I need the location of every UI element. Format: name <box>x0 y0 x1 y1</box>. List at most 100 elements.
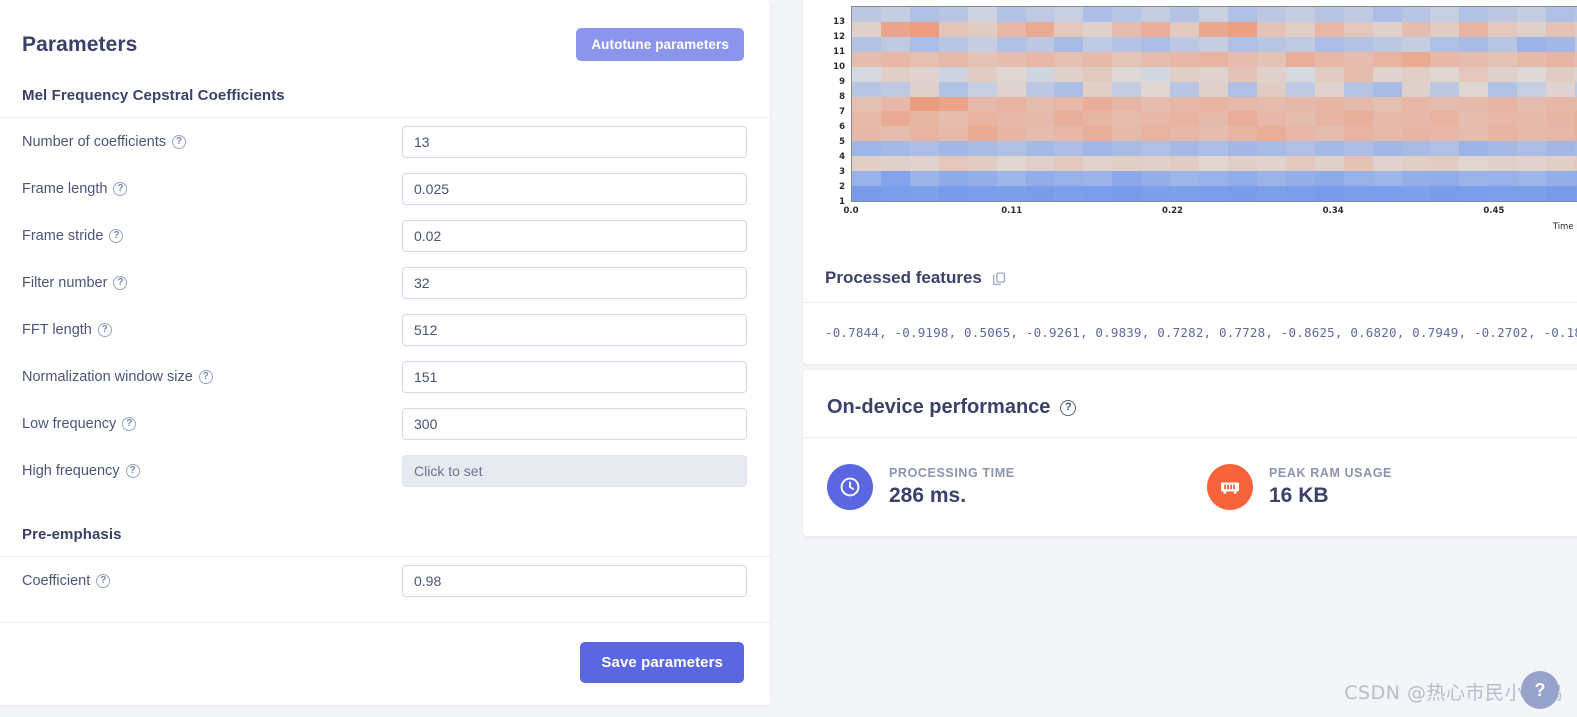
low-frequency-input[interactable] <box>402 407 747 440</box>
heatmap-cell <box>1517 156 1547 172</box>
metric-text: PROCESSING TIME 286 ms. <box>889 466 1015 508</box>
heatmap-cell <box>1054 141 1084 157</box>
heatmap-cell <box>1546 21 1576 37</box>
heatmap-cell <box>1343 7 1373 22</box>
heatmap-cell <box>1083 51 1113 67</box>
heatmap-cell <box>1401 171 1431 187</box>
frame-length-input[interactable] <box>402 172 747 205</box>
heatmap-cell <box>909 36 939 52</box>
heatmap-cell <box>1054 96 1084 112</box>
number-of-coefficients-input[interactable] <box>402 125 747 158</box>
filter-number-input[interactable] <box>402 266 747 299</box>
help-icon[interactable]: ? <box>1060 399 1077 416</box>
help-icon[interactable]: ? <box>97 322 112 337</box>
heatmap-cell <box>938 66 968 82</box>
metric-value: 286 ms. <box>889 484 967 507</box>
heatmap-cell <box>1488 36 1518 52</box>
save-parameters-button[interactable]: Save parameters <box>580 642 744 683</box>
help-icon[interactable]: ? <box>172 134 186 149</box>
heatmap-cell <box>1459 36 1489 52</box>
heatmap-cell <box>880 7 910 22</box>
heatmap-cell <box>1314 141 1344 157</box>
copy-icon[interactable] <box>992 271 1007 286</box>
field-label: FFT length ? <box>22 322 402 338</box>
heatmap-cell <box>1256 126 1286 142</box>
heatmap-cell <box>1227 171 1257 187</box>
heatmap-cell <box>1170 81 1200 97</box>
heatmap-cell <box>1199 171 1228 187</box>
heatmap-cell <box>1517 126 1547 142</box>
heatmap-cell <box>1459 111 1489 127</box>
heatmap-cell <box>1343 36 1373 52</box>
heatmap-cell <box>1459 126 1489 142</box>
field-label-text: Frame stride <box>22 227 104 244</box>
heatmap-cell <box>1343 81 1373 97</box>
heatmap-cell <box>1401 96 1431 112</box>
field-label: Coefficient ? <box>22 573 402 589</box>
field-label: Filter number ? <box>22 275 402 291</box>
heatmap-cell <box>1285 186 1315 201</box>
heatmap-cell <box>1083 81 1113 97</box>
heatmap-row <box>852 171 1577 187</box>
heatmap-cell <box>1256 186 1286 201</box>
heatmap-cell <box>1112 156 1142 172</box>
field-label: High frequency ? <box>22 463 402 479</box>
heatmap-cell <box>880 126 910 142</box>
field-label: Frame length ? <box>22 181 402 197</box>
on-device-performance-card: On-device performance ? PROCESSING TIME … <box>803 370 1577 536</box>
heatmap-row <box>852 21 1577 37</box>
heatmap-cell <box>1430 126 1460 142</box>
help-icon[interactable]: ? <box>113 275 128 290</box>
heatmap-cell <box>1314 171 1344 187</box>
heatmap-cell <box>1054 186 1084 201</box>
heatmap-cell <box>1546 141 1576 157</box>
heatmap-cell <box>1372 66 1402 82</box>
heatmap-cell <box>1170 36 1200 52</box>
normalization-window-size-input[interactable] <box>402 360 747 393</box>
help-icon[interactable]: ? <box>125 463 140 478</box>
metric-text: PEAK RAM USAGE 16 KB <box>1269 466 1392 508</box>
heatmap-cell <box>967 186 997 201</box>
heatmap-cell <box>1343 51 1373 67</box>
help-icon[interactable]: ? <box>198 369 213 384</box>
field-label-text: Low frequency <box>22 415 117 432</box>
heatmap-cell <box>1285 156 1315 172</box>
heatmap-cell <box>967 111 997 127</box>
heatmap-row <box>852 51 1577 67</box>
heatmap-cell <box>1170 126 1200 142</box>
heatmap-cell <box>880 36 910 52</box>
heatmap-cell <box>1227 141 1257 157</box>
help-icon[interactable]: ? <box>109 228 124 243</box>
heatmap-cell <box>967 36 997 52</box>
heatmap-cell <box>1141 21 1171 37</box>
autotune-parameters-button[interactable]: Autotune parameters <box>576 28 744 61</box>
page-title: Parameters <box>22 32 138 56</box>
help-fab-button[interactable]: ? <box>1521 671 1559 709</box>
heatmap-cell <box>1488 141 1518 157</box>
help-icon[interactable]: ? <box>113 181 128 196</box>
fft-length-input[interactable] <box>402 313 747 346</box>
heatmap-cell <box>1430 21 1460 37</box>
heatmap-cell <box>1546 186 1576 201</box>
chart-x-axis-label: Time [sec] <box>1552 222 1577 232</box>
heatmap-cell <box>1430 66 1460 82</box>
heatmap-cell <box>1488 7 1518 22</box>
high-frequency-input[interactable] <box>402 454 747 487</box>
heatmap-cell <box>1083 21 1113 37</box>
heatmap-cell <box>1314 111 1344 127</box>
heatmap-cell <box>1227 81 1257 97</box>
form-row: High frequency ? <box>22 447 748 494</box>
heatmap-cell <box>1488 171 1518 187</box>
heatmap-cell <box>1054 21 1084 37</box>
heatmap-cell <box>1054 126 1084 142</box>
heatmap-cell <box>1430 51 1460 67</box>
heatmap-cell <box>1314 126 1344 142</box>
heatmap-cell <box>1314 156 1344 172</box>
help-icon[interactable]: ? <box>122 416 137 431</box>
help-icon[interactable]: ? <box>96 573 111 588</box>
coefficient-input[interactable] <box>402 564 747 597</box>
heatmap-cell <box>909 66 939 82</box>
frame-stride-input[interactable] <box>402 219 747 252</box>
heatmap-cell <box>1488 51 1518 67</box>
chart-y-axis: 1 2 3 4 5 6 7 8 9 10 11 12 13 <box>833 16 845 208</box>
